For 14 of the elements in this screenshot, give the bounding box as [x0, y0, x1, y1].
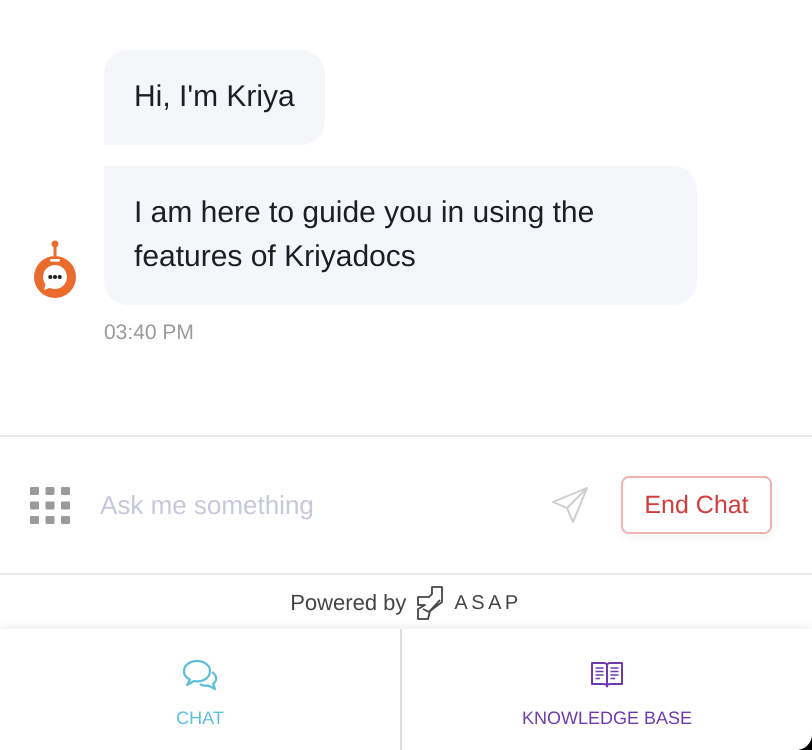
- grid-menu-icon[interactable]: [30, 486, 70, 524]
- bot-avatar-icon: [33, 240, 77, 298]
- powered-by-text: Powered by: [290, 590, 406, 616]
- message-input[interactable]: Ask me something: [100, 484, 531, 526]
- brand-name: ASAP: [454, 592, 522, 614]
- send-icon[interactable]: [551, 486, 589, 524]
- open-book-icon: [590, 659, 624, 690]
- message-bubble: Hi, I'm Kriya: [104, 50, 325, 145]
- message-timestamp: 03:40 PM: [104, 321, 194, 345]
- chat-bubbles-icon: [182, 659, 218, 690]
- logo-icon: [415, 585, 446, 621]
- tab[interactable]: KNOWLEDGE BASE: [402, 629, 812, 750]
- end-chat-button[interactable]: End Chat: [621, 476, 772, 534]
- message-bubble: I am here to guide you in using the features of Kriyadocs: [104, 166, 697, 305]
